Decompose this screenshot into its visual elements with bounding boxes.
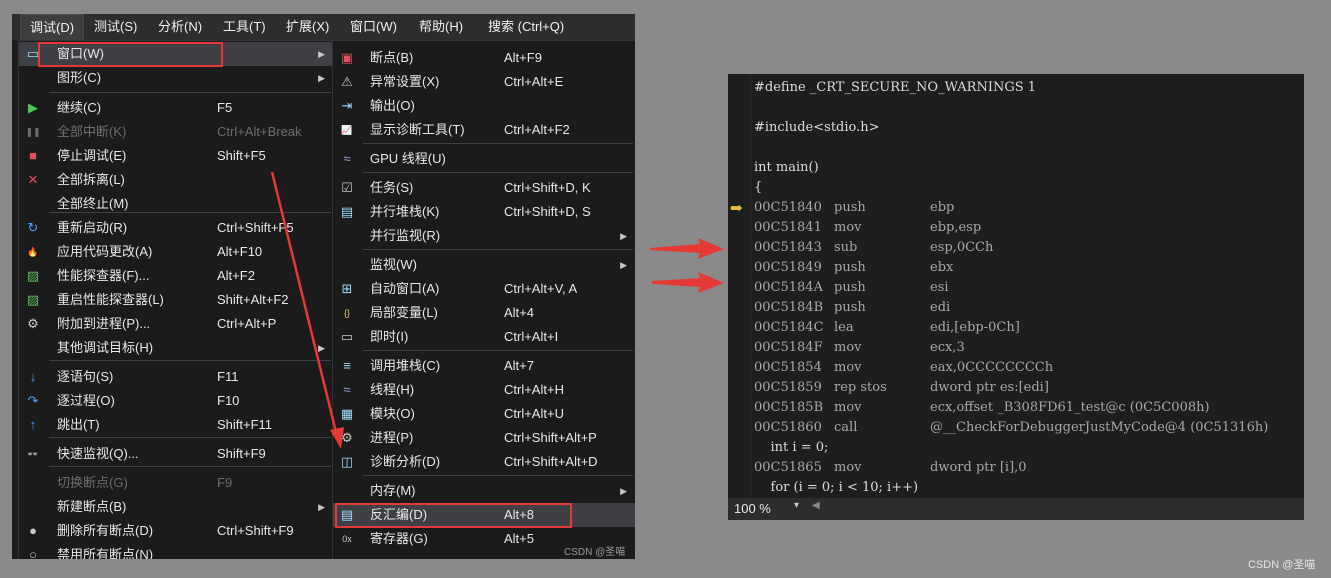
watermark: CSDN @圣喵	[1248, 559, 1316, 571]
asm-line: 00C5185B mov ecx,offset _B308FD61_test@c (…	[754, 398, 1294, 418]
asm-mnemonic: mov	[834, 460, 862, 475]
asm-operands: eax,0CCCCCCCCh	[930, 360, 1054, 375]
source-line: #define _CRT_SECURE_NO_WARNINGS 1	[754, 80, 1037, 95]
asm-operands: dword ptr [i],0	[930, 460, 1027, 475]
asm-mnemonic: push	[834, 280, 866, 295]
asm-address: 00C51865	[754, 460, 822, 475]
source-line: for (i = 0; i < 10; i++)	[754, 480, 919, 495]
asm-line: 00C51860 call @__CheckForDebuggerJustMyCod…	[754, 418, 1294, 438]
asm-line: 00C51841 mov ebp,esp	[754, 218, 1294, 238]
disassembly-window: #define _CRT_SECURE_NO_WARNINGS 1 #includ…	[728, 74, 1304, 520]
asm-line: 00C51854 mov eax,0CCCCCCCCh	[754, 358, 1294, 378]
asm-address: 00C5184C	[754, 320, 824, 335]
asm-operands: esi	[930, 280, 949, 295]
asm-address: 00C5184B	[754, 300, 824, 315]
asm-operands: edi,[ebp-0Ch]	[930, 320, 1020, 335]
asm-line: 00C51840 push ebp ➡	[730, 198, 1294, 218]
asm-address: 00C51859	[754, 380, 822, 395]
asm-address: 00C51854	[754, 360, 822, 375]
source-line: #include<stdio.h>	[754, 120, 880, 135]
asm-address: 00C5185B	[754, 400, 824, 415]
arrow-to-disassembly	[270, 171, 344, 449]
zoom-level[interactable]: 100 %	[734, 501, 771, 516]
asm-address: 00C51860	[754, 420, 822, 435]
arrow-right-2	[652, 272, 724, 293]
asm-operands: ebp,esp	[930, 220, 982, 235]
asm-line: 00C5184F mov ecx,3	[754, 338, 1294, 358]
asm-mnemonic: rep stos	[834, 380, 887, 395]
asm-operands: ecx,offset _B308FD61_test@c (0C5C008h)	[930, 400, 1210, 415]
asm-operands: edi	[930, 300, 951, 315]
asm-mnemonic: mov	[834, 220, 862, 235]
asm-operands: @__CheckForDebuggerJustMyCode@4 (0C51316…	[930, 420, 1269, 435]
arrow-right-1	[650, 238, 724, 259]
scroll-left-icon[interactable]: ◀	[812, 500, 820, 511]
asm-line: 00C51865 mov dword ptr [i],0	[754, 458, 1294, 478]
asm-mnemonic: push	[834, 200, 866, 215]
asm-mnemonic: call	[834, 420, 858, 435]
asm-line: 00C5184B push edi	[754, 298, 1294, 318]
source-line: int main()	[754, 160, 819, 175]
asm-address: 00C51840	[754, 200, 822, 215]
disassembly-code: #define _CRT_SECURE_NO_WARNINGS 1 #includ…	[728, 76, 1304, 498]
current-instruction-arrow-icon: ➡	[730, 199, 743, 217]
zoom-dropdown-icon[interactable]: ▾	[794, 500, 799, 511]
asm-address: 00C51843	[754, 240, 822, 255]
asm-address: 00C5184A	[754, 280, 823, 295]
asm-mnemonic: lea	[834, 320, 854, 335]
asm-operands: ecx,3	[930, 340, 965, 355]
asm-address: 00C5184F	[754, 340, 823, 355]
asm-line: 00C51849 push ebx	[754, 258, 1294, 278]
asm-operands: ebx	[930, 260, 954, 275]
asm-operands: dword ptr es:[edi]	[930, 380, 1049, 395]
source-line: int i = 0;	[754, 440, 829, 455]
asm-operands: esp,0CCh	[930, 240, 994, 255]
asm-mnemonic: push	[834, 300, 866, 315]
asm-mnemonic: mov	[834, 400, 862, 415]
source-line: {	[754, 180, 763, 195]
asm-address: 00C51841	[754, 220, 822, 235]
asm-line: 00C5184C lea edi,[ebp-0Ch]	[754, 318, 1294, 338]
asm-mnemonic: mov	[834, 360, 862, 375]
asm-line: 00C51843 sub esp,0CCh	[754, 238, 1294, 258]
status-bar: 100 % ▾ ◀	[728, 498, 1304, 520]
asm-address: 00C51849	[754, 260, 822, 275]
asm-line: 00C5184A push esi	[754, 278, 1294, 298]
asm-line: 00C51859 rep stos dword ptr es:[edi]	[754, 378, 1294, 398]
asm-mnemonic: mov	[834, 340, 862, 355]
asm-mnemonic: push	[834, 260, 866, 275]
asm-operands: ebp	[930, 200, 955, 215]
asm-mnemonic: sub	[834, 240, 858, 255]
